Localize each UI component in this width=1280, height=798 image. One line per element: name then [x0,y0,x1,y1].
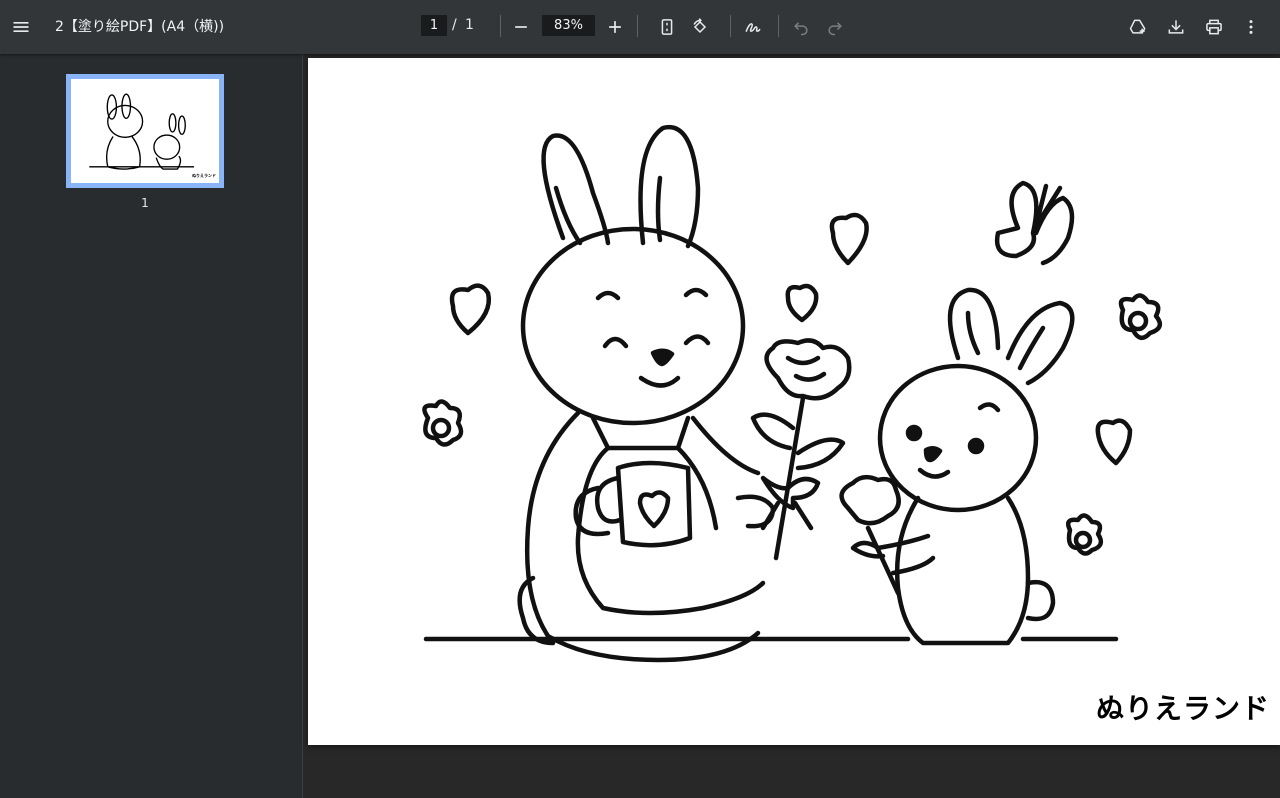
bunny-body [894,495,1031,646]
toolbar-divider [637,15,638,37]
print-icon[interactable] [1198,11,1230,43]
heart-doodle [1095,418,1133,466]
pdf-toolbar: 2【塗り絵PDF】(A4（横)) / 1 [0,0,1280,54]
carnation-flower [839,474,901,526]
redo-icon[interactable] [819,11,851,43]
zoom-in-icon[interactable] [599,11,631,43]
thumbnail-page-number: 1 [141,196,149,210]
bunny-eye [967,437,985,455]
bunny-nose [650,348,675,367]
page-total: 1 [465,17,474,33]
zoom-input[interactable] [542,15,595,36]
page-number-input[interactable] [421,15,447,36]
toolbar-divider [730,15,731,37]
undo-icon[interactable] [785,11,817,43]
thumbnail-image: ぬりえランド [71,79,219,183]
page-separator: / [452,17,457,33]
bunny-head [520,226,746,426]
bunny-eye [905,424,923,442]
bunny-nose [923,446,943,463]
flower-doodle [1118,293,1163,340]
download-icon[interactable] [1160,11,1192,43]
thumbnail-illustration [89,93,195,170]
carnation-flower [764,338,852,401]
rotate-icon[interactable] [684,11,716,43]
closed-eye [602,336,629,349]
hamburger-menu-icon[interactable] [5,11,37,43]
coloring-illustration [422,124,1163,663]
fit-page-icon[interactable] [651,11,683,43]
heart-doodle [449,283,492,336]
bunny-mouth [917,467,951,479]
mug-heart [637,490,671,529]
toolbar-divider [778,15,779,37]
thumbnail-brand: ぬりえランド [192,173,216,178]
pdf-page: ぬりえランド [308,58,1280,745]
heart-doodle [829,212,869,266]
document-title: 2【塗り絵PDF】(A4（横)) [55,19,225,35]
eyebrow [595,290,621,301]
apron [575,445,766,616]
bunny-mouth [638,375,681,388]
toolbar-divider [500,15,501,37]
butterfly [994,180,1039,259]
heart-doodle [785,283,819,323]
zoom-out-icon[interactable] [505,11,537,43]
bunny-ear [541,133,611,246]
mug [615,460,693,548]
brand-logo-text: ぬりえランド [1095,692,1270,725]
more-vert-icon[interactable] [1235,11,1267,43]
flower-stem [865,525,901,596]
add-to-drive-icon[interactable] [1122,11,1154,43]
annotate-icon[interactable] [737,11,769,43]
bunny-ear [1005,300,1075,386]
page-thumbnail[interactable]: ぬりえランド [66,74,224,188]
bunny-head [877,363,1039,513]
